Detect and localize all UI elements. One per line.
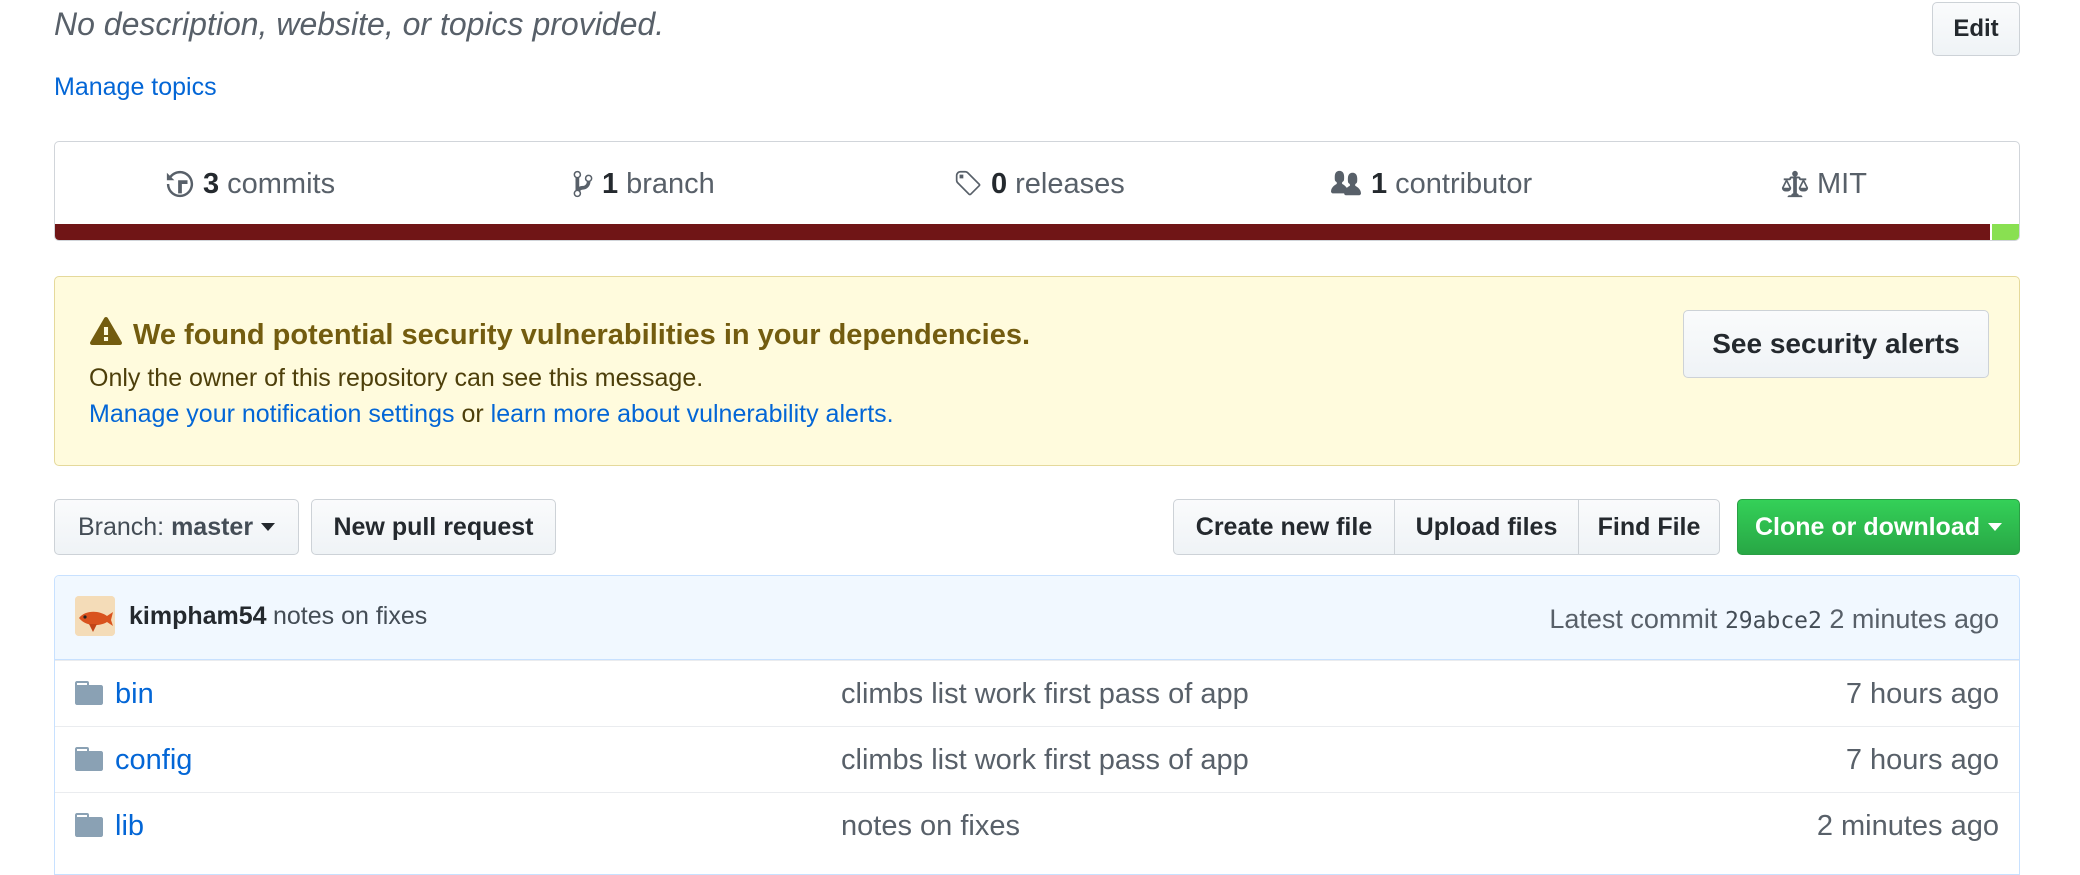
find-file-button[interactable]: Find File xyxy=(1578,499,1720,555)
releases-count: 0 xyxy=(991,167,1008,200)
history-icon xyxy=(165,169,195,199)
file-age: 7 hours ago xyxy=(1845,744,1999,776)
security-alert-banner: We found potential security vulnerabilit… xyxy=(54,276,2020,466)
numbers-summary: 3 commits 1 branch 0 releases 1 contribu… xyxy=(54,141,2020,241)
clone-or-download-button[interactable]: Clone or download xyxy=(1737,499,2020,555)
alert-title-text: We found potential security vulnerabilit… xyxy=(133,318,1031,351)
new-pull-request-button[interactable]: New pull request xyxy=(311,499,556,555)
avatar[interactable] xyxy=(75,596,115,636)
clone-label: Clone or download xyxy=(1755,512,1980,541)
file-age: 7 hours ago xyxy=(1845,678,1999,710)
folder-icon xyxy=(75,681,103,710)
law-icon xyxy=(1781,169,1809,199)
see-security-alerts-button[interactable]: See security alerts xyxy=(1683,310,1989,378)
alert-owner-note: Only the owner of this repository can se… xyxy=(89,364,704,392)
latest-commit-label: Latest commit xyxy=(1549,604,1718,634)
language-bar xyxy=(55,224,2019,240)
language-bar-segment[interactable] xyxy=(1989,224,2019,240)
latest-commit-meta: Latest commit 29abce2 2 minutes ago xyxy=(1549,604,1999,635)
file-commit-message[interactable]: notes on fixes xyxy=(841,810,1020,843)
file-name-link[interactable]: lib xyxy=(115,810,144,843)
tag-icon xyxy=(953,169,983,199)
alert-title: We found potential security vulnerabilit… xyxy=(89,315,1030,355)
folder-icon xyxy=(75,813,103,842)
alert-links-line: Manage your notification settings or lea… xyxy=(89,400,894,429)
chevron-down-icon xyxy=(261,523,276,531)
file-commit-message[interactable]: climbs list work first pass of app xyxy=(841,678,1249,711)
branches-label: branch xyxy=(626,167,715,200)
license-summary-link[interactable]: MIT xyxy=(1781,164,1867,204)
contributors-summary-link[interactable]: 1 contributor xyxy=(1329,164,1532,204)
folder-icon xyxy=(75,747,103,776)
language-bar-segment[interactable] xyxy=(55,224,1990,240)
file-row: lib notes on fixes 2 minutes ago xyxy=(55,792,2019,858)
file-name-link[interactable]: bin xyxy=(115,678,154,711)
create-new-file-button[interactable]: Create new file xyxy=(1173,499,1395,555)
commits-label: commits xyxy=(227,167,336,200)
file-row: bin climbs list work first pass of app 7… xyxy=(55,660,2019,726)
branch-name: master xyxy=(171,512,254,541)
branches-count: 1 xyxy=(602,167,619,200)
releases-label: releases xyxy=(1015,167,1125,200)
alert-icon xyxy=(89,315,123,355)
branch-prefix: Branch: xyxy=(77,512,165,541)
branches-summary-link[interactable]: 1 branch xyxy=(572,164,715,204)
files-table: kimpham54 notes on fixes Latest commit 2… xyxy=(54,575,2020,875)
branch-select-button[interactable]: Branch: master xyxy=(54,499,299,555)
learn-vulnerability-alerts-link[interactable]: learn more about vulnerability alerts. xyxy=(491,400,894,428)
repo-description: No description, website, or topics provi… xyxy=(54,6,665,42)
chevron-down-icon xyxy=(1988,523,2002,531)
file-name-link[interactable]: config xyxy=(115,744,192,777)
upload-files-button[interactable]: Upload files xyxy=(1394,499,1579,555)
branch-icon xyxy=(572,169,594,199)
license-label: MIT xyxy=(1817,167,1867,200)
latest-commit-age: 2 minutes ago xyxy=(1829,604,1999,634)
commit-message-link[interactable]: notes on fixes xyxy=(273,602,427,631)
file-row: config climbs list work first pass of ap… xyxy=(55,726,2019,792)
edit-description-button[interactable]: Edit xyxy=(1932,2,2020,56)
releases-summary-link[interactable]: 0 releases xyxy=(953,164,1125,204)
latest-commit-bar: kimpham54 notes on fixes Latest commit 2… xyxy=(55,576,2019,660)
commit-author-link[interactable]: kimpham54 xyxy=(129,602,267,631)
commits-summary-link[interactable]: 3 commits xyxy=(165,164,335,204)
manage-topics-link[interactable]: Manage topics xyxy=(54,73,217,102)
contributors-label: contributor xyxy=(1395,167,1533,200)
file-commit-message[interactable]: climbs list work first pass of app xyxy=(841,744,1249,777)
contributors-count: 1 xyxy=(1371,167,1388,200)
manage-notification-settings-link[interactable]: Manage your notification settings xyxy=(89,400,455,428)
people-icon xyxy=(1329,169,1363,199)
commit-sha-link[interactable]: 29abce2 xyxy=(1725,608,1822,634)
commits-count: 3 xyxy=(203,167,220,200)
alert-or-text: or xyxy=(461,400,484,428)
file-age: 2 minutes ago xyxy=(1816,810,1999,842)
